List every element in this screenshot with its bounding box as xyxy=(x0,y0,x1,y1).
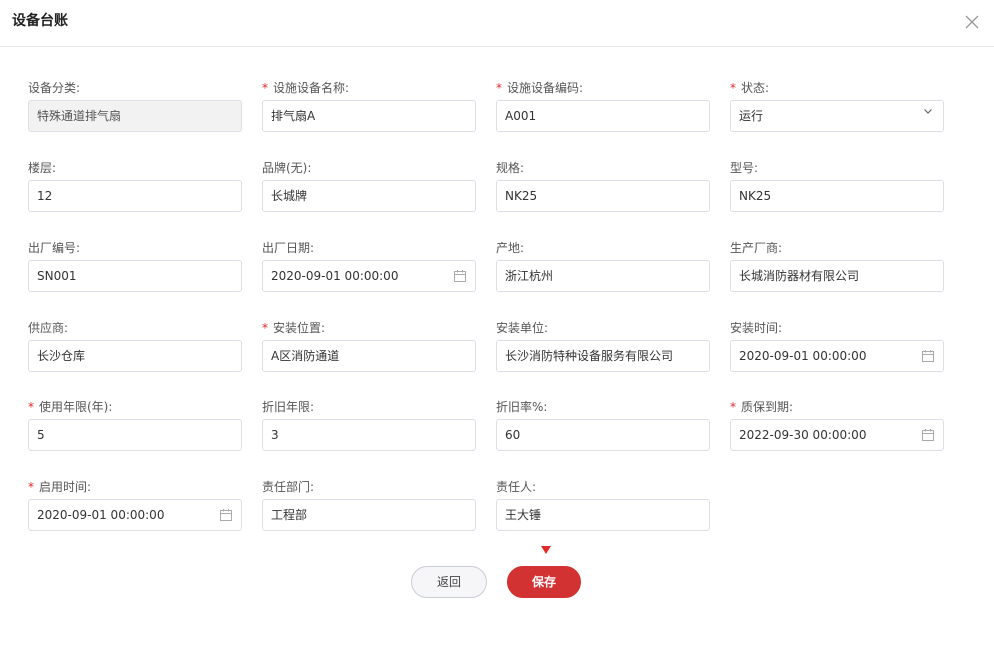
required-mark: * xyxy=(28,480,34,494)
install-time-value: 2020-09-01 00:00:00 xyxy=(739,349,867,363)
field-label: 安装单位: xyxy=(496,321,549,335)
calendar-icon[interactable] xyxy=(453,269,467,283)
field-label: 责任人: xyxy=(496,480,537,494)
depreciation-years-input[interactable]: 3 xyxy=(262,419,476,451)
origin-input[interactable]: 浙江杭州 xyxy=(496,260,710,292)
field-label: 责任部门: xyxy=(262,480,315,494)
manufacture-date-value: 2020-09-01 00:00:00 xyxy=(271,269,399,283)
field-label: 出厂日期: xyxy=(262,241,315,255)
save-button[interactable]: 保存 xyxy=(507,566,581,598)
field-label: 使用年限(年): xyxy=(39,400,113,414)
field-label: 品牌(无): xyxy=(262,161,312,175)
field-label: 状态: xyxy=(741,81,770,95)
field-label: 设施设备编码: xyxy=(507,81,584,95)
close-icon[interactable] xyxy=(963,13,981,31)
field-label: 安装位置: xyxy=(273,321,326,335)
brand-input[interactable]: 长城牌 xyxy=(262,180,476,212)
back-button[interactable]: 返回 xyxy=(411,566,487,598)
service-life-input[interactable]: 5 xyxy=(28,419,242,451)
status-select[interactable]: 运行 xyxy=(730,100,944,132)
equipment-ledger-dialog: 设备台账 设备分类: 特殊通道排气扇 * 设施设备名称: 排气扇A * 设施设备编码… xyxy=(0,0,994,645)
specification-input[interactable]: NK25 xyxy=(496,180,710,212)
serial-number-input[interactable]: SN001 xyxy=(28,260,242,292)
responsible-person-input[interactable]: 王大锤 xyxy=(496,499,710,531)
install-location-input[interactable]: A区消防通道 xyxy=(262,340,476,372)
calendar-icon[interactable] xyxy=(921,349,935,363)
activation-time-value: 2020-09-01 00:00:00 xyxy=(37,508,165,522)
dialog-title: 设备台账 xyxy=(12,13,68,29)
activation-time-picker[interactable]: 2020-09-01 00:00:00 xyxy=(28,499,242,531)
depreciation-rate-input[interactable]: 60 xyxy=(496,419,710,451)
field-label: 规格: xyxy=(496,161,525,175)
required-mark: * xyxy=(730,400,736,414)
field-label: 质保到期: xyxy=(741,400,794,414)
equipment-code-input[interactable]: A001 xyxy=(496,100,710,132)
manufacturer-input[interactable]: 长城消防器材有限公司 xyxy=(730,260,944,292)
required-mark: * xyxy=(496,81,502,95)
field-label: 生产厂商: xyxy=(730,241,783,255)
required-mark: * xyxy=(28,400,34,414)
dialog-header: 设备台账 xyxy=(0,0,994,47)
install-time-picker[interactable]: 2020-09-01 00:00:00 xyxy=(730,340,944,372)
equipment-name-input[interactable]: 排气扇A xyxy=(262,100,476,132)
required-mark: * xyxy=(730,81,736,95)
required-mark: * xyxy=(262,81,268,95)
field-label: 安装时间: xyxy=(730,321,783,335)
manufacture-date-picker[interactable]: 2020-09-01 00:00:00 xyxy=(262,260,476,292)
calendar-icon[interactable] xyxy=(921,428,935,442)
install-company-input[interactable]: 长沙消防特种设备服务有限公司 xyxy=(496,340,710,372)
field-label: 设备分类: xyxy=(28,81,81,95)
field-label: 出厂编号: xyxy=(28,241,81,255)
supplier-input[interactable]: 长沙仓库 xyxy=(28,340,242,372)
field-label: 供应商: xyxy=(28,321,69,335)
floor-input[interactable]: 12 xyxy=(28,180,242,212)
required-mark: * xyxy=(262,321,268,335)
model-input[interactable]: NK25 xyxy=(730,180,944,212)
arrow-pointer-icon xyxy=(541,546,551,554)
field-label: 设施设备名称: xyxy=(273,81,350,95)
field-label: 启用时间: xyxy=(39,480,92,494)
status-select-value: 运行 xyxy=(739,109,764,123)
field-label: 折旧年限: xyxy=(262,400,315,414)
chevron-down-icon xyxy=(924,109,932,114)
calendar-icon[interactable] xyxy=(219,508,233,522)
responsible-department-input[interactable]: 工程部 xyxy=(262,499,476,531)
warranty-expiry-value: 2022-09-30 00:00:00 xyxy=(739,428,867,442)
field-label: 折旧率%: xyxy=(496,400,548,414)
field-label: 楼层: xyxy=(28,161,57,175)
equipment-category-input: 特殊通道排气扇 xyxy=(28,100,242,132)
warranty-expiry-picker[interactable]: 2022-09-30 00:00:00 xyxy=(730,419,944,451)
field-label: 产地: xyxy=(496,241,525,255)
field-label: 型号: xyxy=(730,161,759,175)
